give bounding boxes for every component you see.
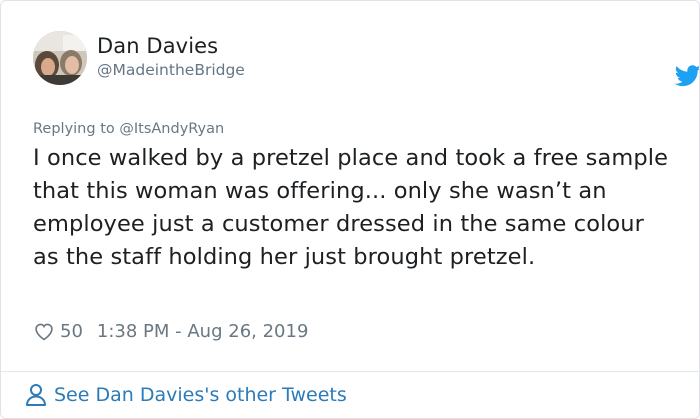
tweet-header: Dan Davies @MadeintheBridge (33, 31, 699, 91)
twitter-bird-icon[interactable] (675, 65, 700, 87)
author-name[interactable]: Dan Davies (97, 34, 218, 58)
heart-icon[interactable] (33, 320, 55, 342)
reply-mention-link[interactable]: @ItsAndyRyan (119, 121, 224, 137)
tweet-text: I once walked by a pretzel place and too… (33, 145, 669, 270)
replying-to: Replying to @ItsAndyRyan (33, 121, 224, 137)
avatar[interactable] (33, 31, 87, 85)
person-icon (26, 384, 46, 406)
divider (1, 371, 699, 372)
embedded-tweet-card: Dan Davies @MadeintheBridge Replying to … (0, 0, 700, 419)
tweet-meta: 50 1:38 PM - Aug 26, 2019 (33, 318, 308, 344)
tweet-timestamp[interactable]: 1:38 PM - Aug 26, 2019 (97, 321, 309, 342)
see-other-tweets-link[interactable]: See Dan Davies's other Tweets (25, 381, 347, 409)
see-other-tweets-label: See Dan Davies's other Tweets (54, 384, 347, 406)
replying-to-label: Replying to (33, 121, 120, 137)
like-count[interactable]: 50 (60, 321, 83, 342)
avatar-photo (33, 31, 87, 85)
author-handle[interactable]: @MadeintheBridge (97, 61, 245, 79)
